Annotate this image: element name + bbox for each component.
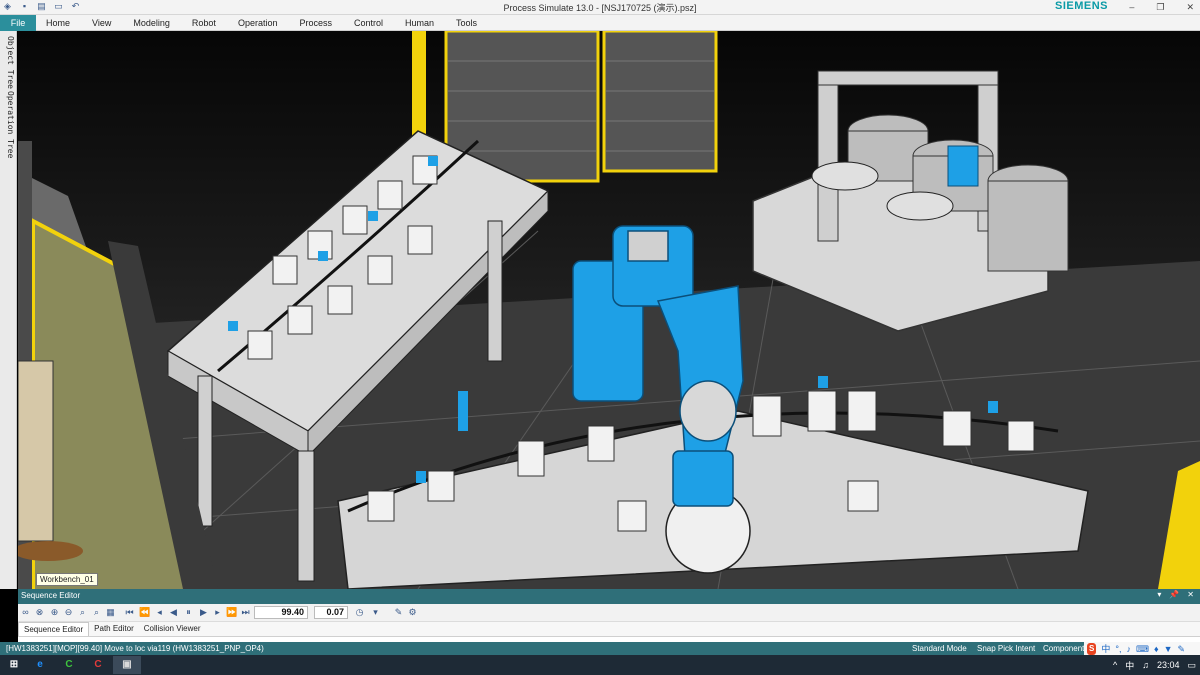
app-green-icon[interactable]: C xyxy=(55,656,83,674)
play-forward-icon[interactable]: ▶ xyxy=(198,607,209,618)
punctuation-icon[interactable]: °, xyxy=(1115,643,1121,655)
monitor-icon[interactable]: ▾ xyxy=(370,607,381,618)
step-next-icon[interactable]: ▸ xyxy=(212,607,223,618)
sequence-editor-tabs: Sequence Editor Path Editor Collision Vi… xyxy=(18,622,1200,636)
wrench-icon[interactable]: ✎ xyxy=(1177,643,1185,655)
menu-file[interactable]: File xyxy=(0,14,36,31)
zoom-out-icon[interactable]: ⊖ xyxy=(63,607,74,618)
speaker-icon[interactable]: ♫ xyxy=(1142,660,1149,670)
jump-start-icon[interactable]: ⏮ xyxy=(124,607,135,618)
siemens-logo: SIEMENS xyxy=(1055,0,1109,12)
close-panel-icon[interactable]: ✕ xyxy=(1187,590,1194,599)
play-backward-icon[interactable]: ◀ xyxy=(168,607,179,618)
time-step-field[interactable]: 0.07 xyxy=(314,606,348,619)
clock-icon[interactable]: ◷ xyxy=(354,607,365,618)
tab-collision-viewer[interactable]: Collision Viewer xyxy=(139,622,206,636)
tab-path-editor[interactable]: Path Editor xyxy=(89,622,139,636)
unlink-icon[interactable]: ⊗ xyxy=(34,607,45,618)
title-bar: ◈ ▪ ▤ ▭ ↶ Process Simulate 13.0 - [NSJ17… xyxy=(0,0,1200,15)
status-snap[interactable]: Snap Pick Intent xyxy=(977,643,1035,654)
minimize-button[interactable]: – xyxy=(1129,1,1134,13)
ime-toolbar: S 中 °, ♪ ⌨ ♦ ▼ ✎ xyxy=(1084,642,1200,655)
menu-control[interactable]: Control xyxy=(343,15,394,31)
sequence-editor-title: Sequence Editor xyxy=(21,591,81,600)
scene-3d[interactable] xyxy=(18,31,1200,589)
shirt-icon[interactable]: ▼ xyxy=(1164,643,1173,655)
link-icon[interactable]: ∞ xyxy=(20,607,31,618)
graphic-viewer[interactable]: Workbench_01 xyxy=(18,31,1200,589)
pin-icon[interactable]: 📌 xyxy=(1169,590,1179,599)
step-prev-icon[interactable]: ◂ xyxy=(154,607,165,618)
system-tray: ^ 中 ♫ 23:04 ▭ xyxy=(1113,655,1196,675)
ie-icon[interactable]: e xyxy=(26,656,54,674)
close-button[interactable]: ✕ xyxy=(1186,1,1194,13)
menu-human[interactable]: Human xyxy=(394,15,445,31)
status-mode[interactable]: Standard Mode xyxy=(912,643,967,654)
window-controls: – ❐ ✕ xyxy=(1129,1,1194,13)
jump-end-icon[interactable]: ⏭ xyxy=(240,607,251,618)
menu-tools[interactable]: Tools xyxy=(445,15,488,31)
object-tooltip: Workbench_01 xyxy=(36,573,98,586)
collapse-icon[interactable]: ▾ xyxy=(1157,590,1161,599)
microphone-icon[interactable]: ♪ xyxy=(1126,643,1131,655)
menu-robot[interactable]: Robot xyxy=(181,15,227,31)
status-message: [HW1383251][MOP][99.40] Move to loc via1… xyxy=(6,644,264,653)
menu-view[interactable]: View xyxy=(81,15,122,31)
sequence-editor-controls: ▾ 📌 ✕ xyxy=(1157,590,1194,599)
tray-chevron-icon[interactable]: ^ xyxy=(1113,660,1117,670)
menu-process[interactable]: Process xyxy=(288,15,343,31)
notification-icon[interactable]: ▭ xyxy=(1187,660,1196,671)
tools-icon[interactable]: ✎ xyxy=(393,607,404,618)
status-component[interactable]: Component xyxy=(1043,643,1084,654)
sequence-editor-header: Sequence Editor ▾ 📌 ✕ xyxy=(18,589,1200,604)
process-simulate-icon[interactable]: ▣ xyxy=(113,656,141,674)
restore-button[interactable]: ❐ xyxy=(1156,1,1164,13)
zoom-select-icon[interactable]: ⌕ xyxy=(91,607,102,618)
lang-icon[interactable]: 中 xyxy=(1101,643,1110,655)
step-forward-icon[interactable]: ⏩ xyxy=(226,607,237,618)
pause-icon[interactable]: ⏸ xyxy=(183,607,194,618)
tab-sequence-editor[interactable]: Sequence Editor xyxy=(18,622,90,636)
sogou-input-icon[interactable]: S xyxy=(1087,642,1097,655)
settings-icon[interactable]: ⚙ xyxy=(407,607,418,618)
sequence-toolbar: ∞ ⊗ ⊕ ⊖ ⌕ ⌕ ▦ ⏮ ⏪ ◂ ◀ ⏸ ▶ ▸ ⏩ ⏭ 99.40 0.… xyxy=(18,604,1200,622)
grid-icon[interactable]: ▦ xyxy=(105,607,116,618)
windows-taskbar: ⊞ e C C ▣ ^ 中 ♫ 23:04 ▭ xyxy=(0,655,1200,675)
menu-operation[interactable]: Operation xyxy=(227,15,289,31)
menu-modeling[interactable]: Modeling xyxy=(122,15,181,31)
left-dock: Object Tree Operation Tree xyxy=(0,31,17,589)
zoom-in-icon[interactable]: ⊕ xyxy=(49,607,60,618)
tray-lang-icon[interactable]: 中 xyxy=(1125,659,1134,672)
tab-object-tree[interactable]: Object Tree xyxy=(2,36,15,89)
time-field[interactable]: 99.40 xyxy=(254,606,308,619)
app-red-icon[interactable]: C xyxy=(84,656,112,674)
status-bar: [HW1383251][MOP][99.40] Move to loc via1… xyxy=(0,642,1200,655)
step-back-icon[interactable]: ⏪ xyxy=(139,607,150,618)
clock[interactable]: 23:04 xyxy=(1157,660,1180,670)
keyboard-icon[interactable]: ⌨ xyxy=(1136,643,1149,655)
start-icon[interactable]: ⊞ xyxy=(0,656,28,674)
menu-home[interactable]: Home xyxy=(36,15,81,31)
ribbon-menu-bar: File Home View Modeling Robot Operation … xyxy=(0,14,1200,31)
zoom-fit-icon[interactable]: ⌕ xyxy=(77,607,88,618)
app-window: ◈ ▪ ▤ ▭ ↶ Process Simulate 13.0 - [NSJ17… xyxy=(0,0,1200,675)
skin-icon[interactable]: ♦ xyxy=(1154,643,1159,655)
tab-operation-tree[interactable]: Operation Tree xyxy=(2,91,15,158)
window-title: Process Simulate 13.0 - [NSJ170725 (演示).… xyxy=(503,3,697,13)
